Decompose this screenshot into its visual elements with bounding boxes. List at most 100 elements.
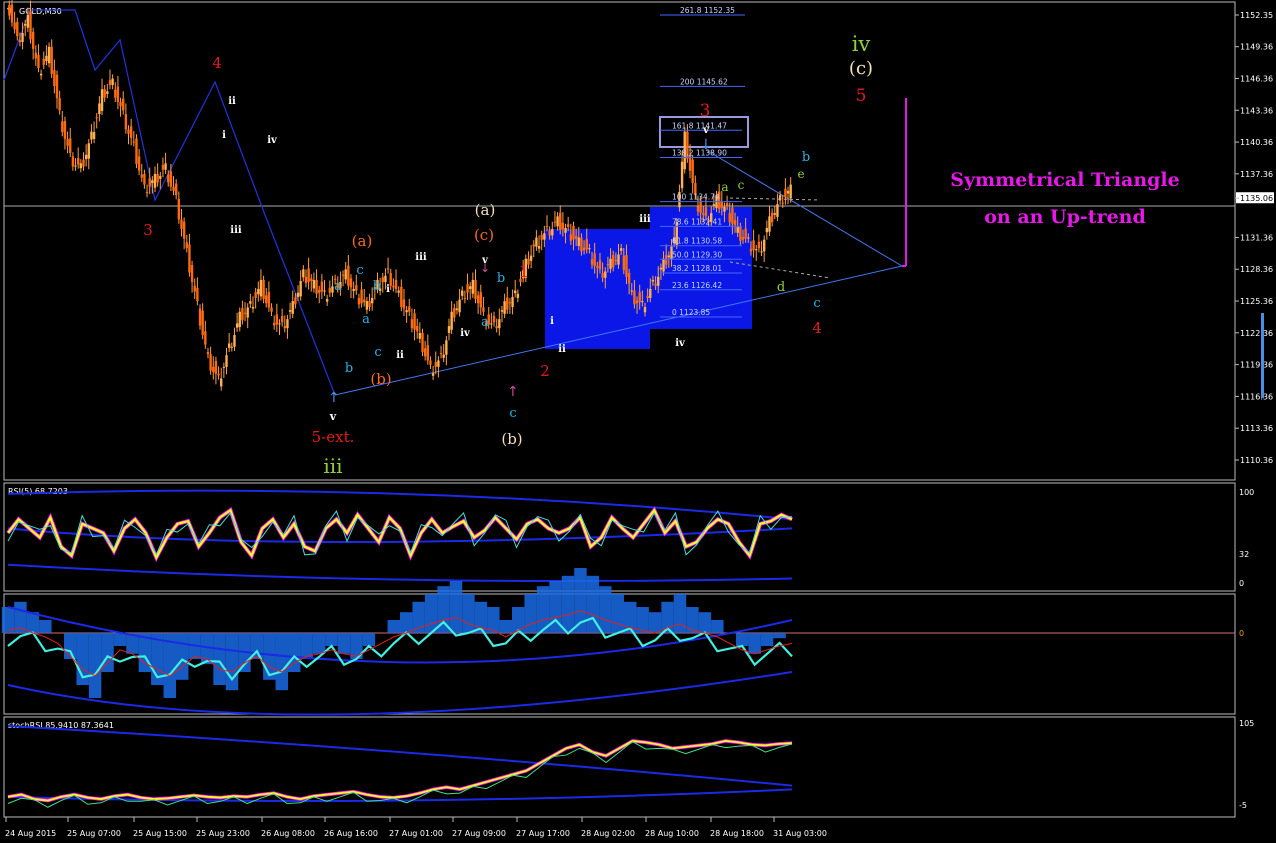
candle-body: [720, 201, 724, 208]
candle-body: [405, 310, 408, 313]
candle-body: [270, 307, 273, 312]
wave-label: c: [813, 296, 820, 311]
candle-body: [500, 310, 504, 312]
time-axis-label: 27 Aug 09:00: [452, 829, 506, 838]
fib-label: 23.6 1126.42: [672, 281, 722, 290]
stoch-axis-bottom: -5: [1239, 801, 1247, 810]
candle-body: [482, 307, 485, 312]
candle-body: [119, 101, 122, 107]
wave-label: (c): [849, 58, 873, 79]
candle-body: [116, 86, 120, 102]
candle-body: [723, 206, 726, 212]
macd-histogram-bar: [773, 633, 786, 639]
candle-body: [63, 120, 67, 139]
candle-body: [61, 121, 64, 133]
candle-body: [302, 269, 305, 278]
candle-body: [193, 285, 196, 292]
macd-histogram-bar: [462, 594, 475, 633]
candle-body: [209, 354, 212, 371]
candle-body: [394, 279, 398, 289]
candle-body: [167, 174, 170, 183]
stoch-axis-top: 105: [1239, 719, 1254, 728]
macd-histogram-bar: [599, 586, 612, 633]
candle-body: [111, 78, 114, 85]
candle-body: [272, 322, 276, 326]
candle-body: [466, 284, 469, 293]
candle-body: [561, 222, 565, 230]
wave-label: a: [481, 315, 489, 330]
macd-histogram-bar: [176, 633, 189, 680]
wave-label: (b): [370, 370, 391, 388]
candle-body: [400, 286, 403, 307]
price-axis-label: 1113.36: [1240, 424, 1273, 433]
candle-body: [744, 228, 747, 239]
candle-body: [479, 292, 482, 308]
time-axis-label: 28 Aug 10:00: [645, 829, 699, 838]
macd-axis-zero: 0: [1239, 629, 1244, 638]
candle-body: [47, 46, 51, 64]
candle-body: [34, 52, 38, 59]
wave-label: iv: [675, 338, 686, 349]
candle-body: [643, 306, 647, 313]
macd-histogram-bar: [760, 633, 774, 646]
arrow-down-icon: ↓: [700, 137, 712, 153]
wave-label: 5: [856, 86, 867, 106]
candle-body: [182, 221, 186, 239]
candle-body: [747, 237, 750, 239]
candle-body: [410, 319, 414, 329]
candle-body: [564, 228, 567, 233]
candle-body: [778, 195, 782, 201]
wave-label: i: [386, 284, 390, 295]
candle-body: [71, 156, 75, 167]
price-axis-label: 1143.36: [1240, 106, 1273, 115]
candle-body: [606, 264, 610, 266]
candle-body: [53, 70, 56, 87]
candle-body: [749, 248, 753, 252]
candle-body: [227, 343, 231, 348]
candle-body: [768, 216, 771, 232]
candle-body: [76, 158, 80, 165]
candle-body: [728, 213, 731, 223]
wave-label: iii: [230, 225, 242, 236]
candle-body: [442, 354, 445, 358]
candle-body: [172, 186, 175, 191]
candle-body: [702, 213, 705, 215]
candle-body: [355, 285, 358, 291]
macd-histogram-bar: [611, 594, 624, 633]
candle-body: [429, 360, 432, 365]
macd-histogram-bar: [561, 575, 575, 633]
candle-body: [559, 212, 562, 231]
candle-body: [609, 258, 612, 269]
arrow-up-icon: ↑: [507, 384, 519, 400]
candle-body: [148, 178, 151, 187]
candle-body: [288, 310, 292, 312]
candle-body: [296, 292, 300, 297]
wave-label: i: [550, 316, 554, 327]
candle-body: [84, 154, 88, 160]
wave-label: e: [797, 167, 804, 181]
candle-body: [328, 287, 332, 293]
candle-body: [325, 299, 329, 302]
wave-label: i: [222, 130, 226, 141]
candle-body: [92, 132, 96, 139]
candle-body: [251, 306, 255, 309]
candle-body: [370, 297, 374, 304]
candle-body: [786, 190, 790, 194]
candle-body: [641, 301, 644, 303]
wave-label: ii: [228, 96, 236, 107]
wave-label: (a): [352, 232, 373, 250]
candle-body: [633, 290, 636, 305]
candle-body: [320, 281, 324, 292]
trading-chart[interactable]: ▼ GOLD,M30 261.8 1152.35200 1145.62161.8…: [0, 0, 1276, 843]
candle-body: [776, 204, 779, 217]
wave-label: 2: [540, 362, 550, 380]
candle-body: [731, 207, 734, 224]
macd-histogram-bar: [275, 633, 288, 691]
macd-histogram-bar: [88, 633, 102, 698]
wave-label: c: [374, 345, 381, 360]
candle-body: [206, 352, 210, 355]
scroll-indicator[interactable]: [1261, 313, 1264, 398]
candle-body: [384, 275, 387, 283]
candle-body: [696, 206, 700, 212]
candle-body: [29, 11, 32, 40]
